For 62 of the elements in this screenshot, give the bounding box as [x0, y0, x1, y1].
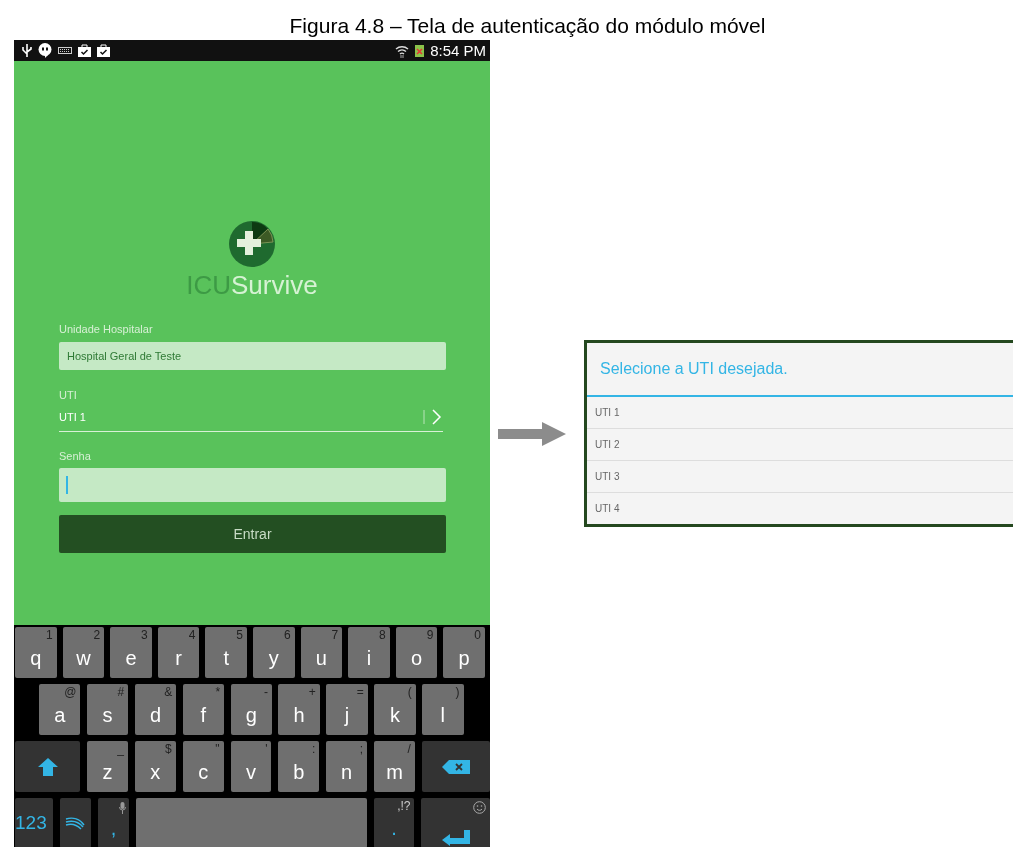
keyboard-key[interactable]: 3 e [110, 627, 152, 678]
field-label: UTI [59, 388, 77, 402]
swype-key[interactable] [59, 798, 91, 847]
wifi-icon [395, 43, 410, 58]
field-label: Senha [59, 449, 91, 463]
chevron-right-icon [423, 408, 443, 426]
battery-icon [415, 44, 425, 57]
figure-caption: Figura 4.8 – Tela de autenticação do módulo móvel [288, 13, 767, 39]
smiley-icon [473, 801, 486, 814]
chat-bubble-icon [38, 43, 52, 58]
keyboard-key[interactable]: 0 p [443, 627, 485, 678]
keyboard-key[interactable]: = j [326, 684, 368, 735]
comma-key[interactable]: , [97, 798, 130, 847]
list-item[interactable]: UTI 3 [587, 461, 1013, 493]
password-field[interactable] [59, 468, 446, 502]
keyboard-key[interactable]: $ x [134, 741, 176, 792]
keyboard-key[interactable]: 5 t [205, 627, 247, 678]
enter-icon [441, 830, 470, 846]
keyboard-key[interactable]: - g [230, 684, 272, 735]
keyboard-key[interactable]: ) l [422, 684, 464, 735]
hospital-field[interactable]: Hospital Geral de Teste [59, 342, 446, 370]
enter-key[interactable] [421, 798, 490, 847]
list-item[interactable]: UTI 4 [587, 493, 1013, 524]
keyboard-key[interactable]: " c [182, 741, 224, 792]
checked-bag-icon [97, 44, 110, 57]
keyboard-key[interactable]: : b [278, 741, 320, 792]
keyboard-key[interactable]: * f [182, 684, 225, 735]
keyboard-key[interactable]: ; n [326, 741, 368, 792]
shift-key[interactable] [15, 741, 81, 792]
list-item[interactable]: UTI 1 [587, 397, 1013, 429]
keyboard-key[interactable]: @ a [39, 684, 81, 735]
usb-icon [22, 44, 32, 57]
keyboard-key[interactable]: & d [134, 684, 177, 735]
keyboard-icon [58, 47, 72, 54]
keyboard-key[interactable]: + h [278, 684, 320, 735]
dialog-title: Selecione a UTI desejada. [587, 343, 1013, 397]
keyboard-key[interactable]: ' v [230, 741, 272, 792]
field-label: Unidade Hospitalar [59, 322, 153, 336]
login-button[interactable]: Entrar [59, 515, 446, 553]
logo-icon [228, 220, 276, 268]
shift-icon [37, 757, 58, 776]
keyboard-key[interactable]: 2 w [62, 627, 105, 678]
keyboard-key[interactable]: ( k [374, 684, 416, 735]
swoosh-icon [65, 816, 86, 830]
microphone-icon [119, 802, 127, 814]
keyboard-key[interactable]: 7 u [300, 627, 343, 678]
keyboard-key[interactable]: 9 o [395, 627, 438, 678]
keyboard-key[interactable]: # s [86, 684, 129, 735]
keyboard-key[interactable]: 4 r [157, 627, 200, 678]
list-item[interactable]: UTI 2 [587, 429, 1013, 461]
clock-time: 8:54 PM [430, 42, 486, 59]
keyboard-key[interactable]: 8 i [348, 627, 390, 678]
checked-bag-icon [78, 44, 91, 57]
right-arrow-icon [498, 422, 566, 446]
numbers-key[interactable]: 123 [15, 798, 53, 847]
backspace-key[interactable] [421, 741, 490, 792]
keyboard-key[interactable]: _ z [87, 741, 128, 792]
keyboard-key[interactable]: 1 q [15, 627, 57, 678]
period-key[interactable]: ,!? . [373, 798, 415, 847]
backspace-icon [441, 759, 470, 774]
keyboard-key[interactable]: / m [374, 741, 415, 792]
keyboard-key[interactable]: 6 y [252, 627, 295, 678]
